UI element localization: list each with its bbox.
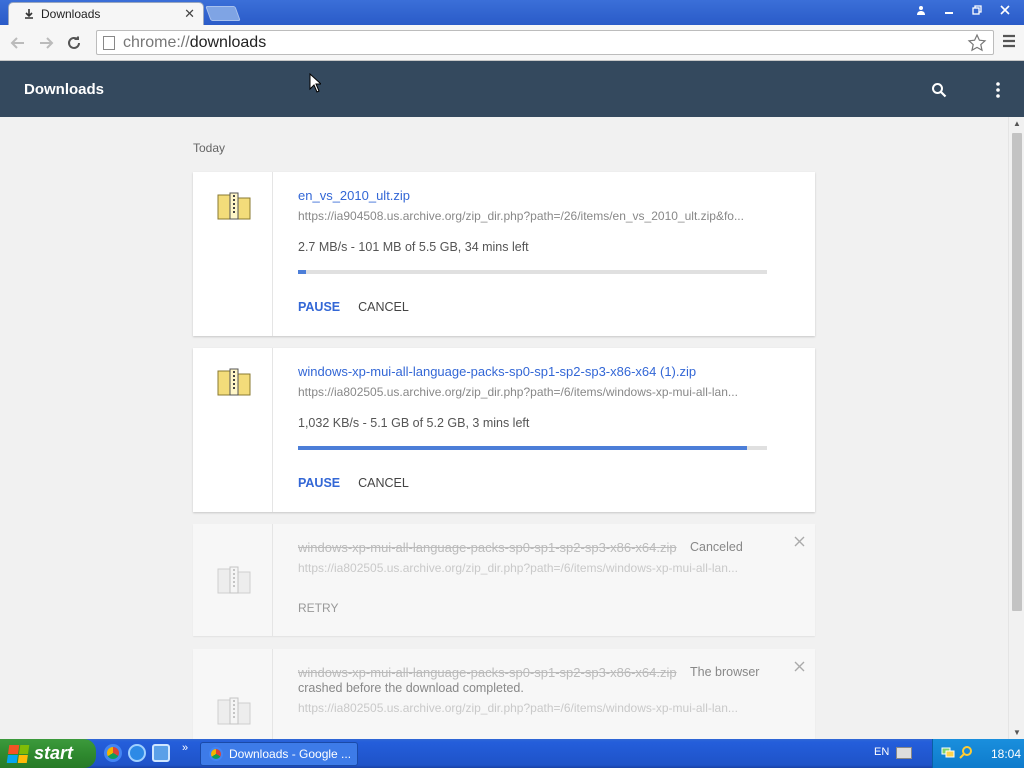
new-tab-button[interactable]	[205, 6, 241, 21]
ie-quicklaunch-icon[interactable]	[128, 744, 146, 762]
chrome-menu-icon[interactable]	[1002, 34, 1016, 51]
profile-icon[interactable]	[908, 1, 934, 19]
start-button[interactable]: start	[0, 739, 96, 768]
pause-button[interactable]: PAUSE	[298, 300, 340, 314]
file-name: windows-xp-mui-all-language-packs-sp0-sp…	[298, 665, 677, 680]
zip-file-icon	[217, 366, 251, 399]
scrollbar-thumb[interactable]	[1012, 133, 1022, 611]
downloads-header: Downloads	[0, 61, 1024, 117]
zip-file-icon	[217, 190, 251, 223]
more-options-icon[interactable]	[987, 79, 1009, 101]
file-url[interactable]: https://ia904508.us.archive.org/zip_dir.…	[298, 209, 768, 223]
vertical-scrollbar[interactable]: ▲ ▼	[1008, 117, 1024, 739]
bookmark-star-icon[interactable]	[967, 33, 987, 56]
cancel-button[interactable]: CANCEL	[358, 476, 409, 490]
language-indicator[interactable]: EN	[874, 746, 889, 758]
url-path: downloads	[189, 33, 267, 51]
remove-item-icon[interactable]	[794, 659, 805, 677]
download-item-failed: windows-xp-mui-all-language-packs-sp0-sp…	[193, 649, 815, 739]
pause-button[interactable]: PAUSE	[298, 476, 340, 490]
zip-file-icon	[217, 695, 251, 728]
taskbar: start » Downloads - Google ... EN 18:04	[0, 739, 1024, 768]
start-label: start	[34, 743, 74, 763]
download-item: windows-xp-mui-all-language-packs-sp0-sp…	[193, 348, 815, 512]
chrome-icon	[209, 747, 223, 761]
forward-icon[interactable]	[36, 33, 56, 53]
page-title: Downloads	[24, 81, 105, 98]
tab-downloads[interactable]: Downloads ✕	[8, 2, 204, 25]
clock[interactable]: 18:04	[991, 747, 1021, 761]
url-scheme: chrome://	[123, 33, 190, 51]
file-name-link[interactable]: windows-xp-mui-all-language-packs-sp0-sp…	[298, 364, 696, 379]
zip-file-icon	[217, 564, 251, 597]
chrome-quicklaunch-icon[interactable]	[104, 744, 122, 762]
progress-bar	[298, 270, 767, 274]
file-name: windows-xp-mui-all-language-packs-sp0-sp…	[298, 540, 677, 555]
failure-reason-line1: The browser	[690, 665, 760, 679]
download-status: 1,032 KB/s - 5.1 GB of 5.2 GB, 3 mins le…	[298, 416, 530, 430]
browser-toolbar: chrome:// downloads	[0, 25, 1024, 61]
download-item: en_vs_2010_ult.zip https://ia904508.us.a…	[193, 172, 815, 336]
back-icon[interactable]	[8, 33, 28, 53]
address-bar[interactable]: chrome:// downloads	[96, 30, 994, 55]
taskbar-button-chrome[interactable]: Downloads - Google ...	[200, 742, 358, 766]
file-name-link[interactable]: en_vs_2010_ult.zip	[298, 188, 410, 203]
download-item-canceled: windows-xp-mui-all-language-packs-sp0-sp…	[193, 524, 815, 636]
file-url: https://ia802505.us.archive.org/zip_dir.…	[298, 561, 738, 575]
close-window-button[interactable]	[992, 1, 1018, 19]
scroll-up-icon[interactable]: ▲	[1013, 119, 1021, 128]
tab-close-icon[interactable]: ✕	[184, 6, 195, 22]
page-icon	[103, 35, 115, 50]
desktop-quicklaunch-icon[interactable]	[152, 744, 170, 762]
keyboard-icon[interactable]	[896, 747, 912, 759]
section-label-today: Today	[193, 141, 226, 155]
remove-item-icon[interactable]	[794, 534, 805, 552]
download-status: 2.7 MB/s - 101 MB of 5.5 GB, 34 mins lef…	[298, 240, 529, 254]
scroll-down-icon[interactable]: ▼	[1013, 728, 1021, 737]
search-icon[interactable]	[928, 79, 950, 101]
system-tray: 18:04	[932, 739, 1024, 768]
restore-button[interactable]	[964, 1, 990, 19]
taskbar-button-label: Downloads - Google ...	[229, 747, 352, 761]
progress-bar	[298, 446, 767, 450]
search-tray-icon[interactable]	[959, 745, 973, 762]
windows-flag-icon	[6, 744, 30, 763]
downloads-list: Today en_vs_2010_ult.zip https://ia90450…	[0, 117, 1008, 739]
minimize-button[interactable]	[936, 1, 962, 19]
file-url[interactable]: https://ia802505.us.archive.org/zip_dir.…	[298, 385, 768, 399]
download-icon	[23, 8, 35, 20]
reload-icon[interactable]	[64, 33, 84, 53]
browser-titlebar: Downloads ✕	[0, 0, 1024, 25]
canceled-label: Canceled	[690, 540, 743, 554]
retry-button[interactable]: RETRY	[298, 601, 338, 615]
tab-title: Downloads	[41, 7, 101, 21]
failure-reason-line2: crashed before the download completed.	[298, 681, 524, 695]
cancel-button[interactable]: CANCEL	[358, 300, 409, 314]
network-icon[interactable]	[941, 745, 955, 762]
mouse-cursor-icon	[309, 72, 323, 96]
file-url: https://ia802505.us.archive.org/zip_dir.…	[298, 701, 738, 715]
quicklaunch-overflow-icon[interactable]: »	[182, 742, 188, 754]
